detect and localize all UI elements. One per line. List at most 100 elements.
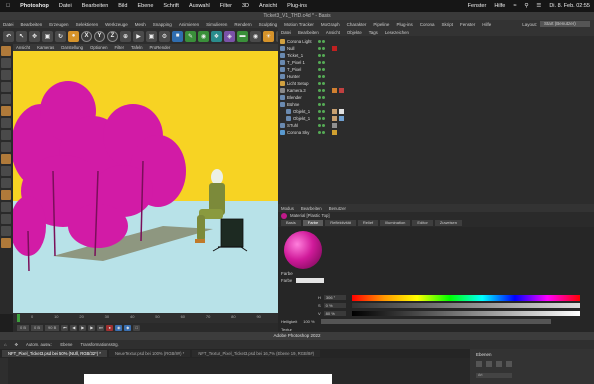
tab-relief[interactable]: Relief bbox=[357, 220, 379, 226]
menu-ansicht[interactable]: Ansicht bbox=[259, 3, 277, 9]
auto-select-checkbox[interactable]: Autom. ausw.: bbox=[26, 342, 52, 347]
obj-menu-item[interactable]: Ansicht bbox=[326, 30, 340, 35]
menu-3d[interactable]: 3D bbox=[242, 3, 249, 9]
menu-auswahl[interactable]: Auswahl bbox=[189, 3, 210, 9]
material-tag-icon[interactable] bbox=[339, 108, 344, 114]
object-row[interactable]: Corona Light bbox=[280, 38, 590, 45]
layer-kind-dropdown[interactable]: Art bbox=[476, 373, 512, 378]
render-settings-icon[interactable]: ⚙ bbox=[159, 30, 170, 42]
z-axis-toggle[interactable]: Z bbox=[107, 30, 118, 42]
brightness-slider[interactable] bbox=[320, 319, 551, 324]
object-row[interactable]: T_Pixel bbox=[280, 66, 590, 73]
viewport-render[interactable] bbox=[13, 51, 278, 313]
c4d-menu-item[interactable]: Selektieren bbox=[76, 22, 99, 27]
doc-tab[interactable]: NeueTextur.psd bei 100% (RGB/8#) * bbox=[108, 350, 191, 357]
photoshop-document-canvas[interactable] bbox=[84, 374, 332, 384]
prev-key-icon[interactable]: ◀ bbox=[70, 324, 78, 331]
menu-app-name[interactable]: Photoshop bbox=[20, 3, 49, 9]
adjust-filter-icon[interactable] bbox=[496, 361, 502, 367]
saturation-slider[interactable] bbox=[352, 303, 580, 308]
scale-icon[interactable]: ▣ bbox=[42, 30, 53, 42]
tweak-icon[interactable] bbox=[1, 166, 11, 176]
obj-menu-item[interactable]: Datei bbox=[281, 30, 291, 35]
saturation-field[interactable]: 0 % bbox=[323, 302, 346, 308]
object-row[interactable]: STuhl bbox=[280, 122, 590, 129]
obj-menu-item[interactable]: Lesezeichen bbox=[385, 30, 409, 35]
clock[interactable]: Di. 8. Feb. 02:55 bbox=[549, 3, 590, 9]
model-mode-icon[interactable] bbox=[1, 46, 11, 56]
material-tag-icon[interactable] bbox=[332, 45, 337, 51]
apple-icon[interactable]:  bbox=[6, 3, 10, 9]
c4d-menu-item[interactable]: Plug-ins bbox=[396, 22, 412, 27]
hue-field[interactable]: 306 ° bbox=[323, 294, 346, 300]
color-swatch[interactable] bbox=[296, 278, 325, 283]
value-field[interactable]: 80 % bbox=[323, 310, 346, 316]
select-icon[interactable]: ↖ bbox=[16, 30, 27, 42]
c4d-menu-item[interactable]: Motion Tracker bbox=[284, 22, 314, 27]
target-tag-icon[interactable] bbox=[339, 87, 344, 93]
attr-menu-item[interactable]: Modus bbox=[281, 206, 294, 211]
transform-controls-checkbox[interactable]: Transformationsstrg. bbox=[80, 342, 118, 347]
c4d-menu-item[interactable]: Rendern bbox=[234, 22, 251, 27]
frame-end-field[interactable]: 90 B bbox=[45, 324, 60, 331]
axis-mode-icon[interactable] bbox=[1, 106, 11, 116]
control-center-icon[interactable]: ☰ bbox=[536, 3, 541, 9]
extra-tool-icon[interactable] bbox=[1, 238, 11, 248]
snap-icon[interactable] bbox=[1, 118, 11, 128]
menu-ebene[interactable]: Ebene bbox=[137, 3, 153, 9]
view-menu-item[interactable]: Filter bbox=[114, 45, 124, 50]
edges-mode-icon[interactable] bbox=[1, 82, 11, 92]
c4d-menu-item[interactable]: Sculpting bbox=[259, 22, 278, 27]
polygons-mode-icon[interactable] bbox=[1, 94, 11, 104]
go-end-icon[interactable]: ⏭ bbox=[97, 324, 105, 331]
hue-slider[interactable] bbox=[352, 295, 580, 301]
go-start-icon[interactable]: ⏮ bbox=[61, 324, 69, 331]
material-preview[interactable] bbox=[284, 231, 322, 269]
obj-menu-item[interactable]: Bearbeiten bbox=[298, 30, 319, 35]
view-menu-item[interactable]: Kameras bbox=[37, 45, 54, 50]
wifi-icon[interactable]: ≈ bbox=[513, 3, 516, 9]
object-row[interactable]: Licht Setup bbox=[280, 80, 590, 87]
material-tag-icon[interactable] bbox=[332, 115, 337, 121]
attr-menu-item[interactable]: Bearbeiten bbox=[301, 206, 322, 211]
texture-mode-icon[interactable] bbox=[1, 58, 11, 68]
menu-schrift[interactable]: Schrift bbox=[163, 3, 179, 9]
filter-icon[interactable] bbox=[476, 361, 482, 367]
move-tool-icon[interactable]: ✥ bbox=[15, 342, 19, 347]
sculpt-icon[interactable] bbox=[1, 178, 11, 188]
menu-plugins[interactable]: Plug-ins bbox=[287, 3, 307, 9]
object-row[interactable]: Hunter bbox=[280, 73, 590, 80]
auto-select-dropdown[interactable]: Ebene bbox=[60, 342, 72, 347]
menu-hilfe[interactable]: Hilfe bbox=[494, 3, 505, 9]
c4d-menu-item[interactable]: Skript bbox=[441, 22, 453, 27]
timeline-playhead[interactable] bbox=[17, 314, 20, 322]
view-menu-item[interactable]: Darstellung bbox=[61, 45, 83, 50]
c4d-menu-item[interactable]: Erzeugen bbox=[49, 22, 68, 27]
tab-illumination[interactable]: Illumination bbox=[380, 220, 411, 226]
x-axis-toggle[interactable]: X bbox=[81, 30, 92, 42]
workplane-icon[interactable] bbox=[1, 130, 11, 140]
material-tag-icon[interactable] bbox=[339, 115, 344, 121]
view-menu-item[interactable]: Optionen bbox=[90, 45, 107, 50]
object-row[interactable]: Corona Sky bbox=[280, 129, 590, 136]
keyframe-selection-icon[interactable]: □ bbox=[133, 324, 141, 331]
object-row[interactable]: Objekt_1 bbox=[280, 108, 590, 115]
search-icon[interactable]: ⚲ bbox=[524, 3, 528, 9]
record-icon[interactable]: ● bbox=[106, 324, 114, 331]
tab-basis[interactable]: Basis bbox=[281, 220, 301, 226]
c4d-menu-item[interactable]: Fenster bbox=[460, 22, 475, 27]
render-picture-icon[interactable]: ▣ bbox=[146, 30, 157, 42]
next-key-icon[interactable]: ▶ bbox=[88, 324, 96, 331]
camera-tag-icon[interactable] bbox=[332, 87, 337, 93]
object-row[interactable]: Bühne bbox=[280, 101, 590, 108]
image-filter-icon[interactable] bbox=[486, 361, 492, 367]
c4d-menu-item[interactable]: Snapping bbox=[153, 22, 172, 27]
weight-icon[interactable] bbox=[1, 226, 11, 236]
material-tag-icon[interactable] bbox=[332, 108, 337, 114]
text-filter-icon[interactable] bbox=[506, 361, 512, 367]
view-menu-item[interactable]: Ansicht bbox=[16, 45, 30, 50]
object-row[interactable]: Null bbox=[280, 45, 590, 52]
camera-icon[interactable]: ◉ bbox=[250, 30, 261, 42]
tab-farbe[interactable]: Farbe bbox=[302, 220, 324, 226]
menu-fenster[interactable]: Fenster bbox=[468, 3, 487, 9]
